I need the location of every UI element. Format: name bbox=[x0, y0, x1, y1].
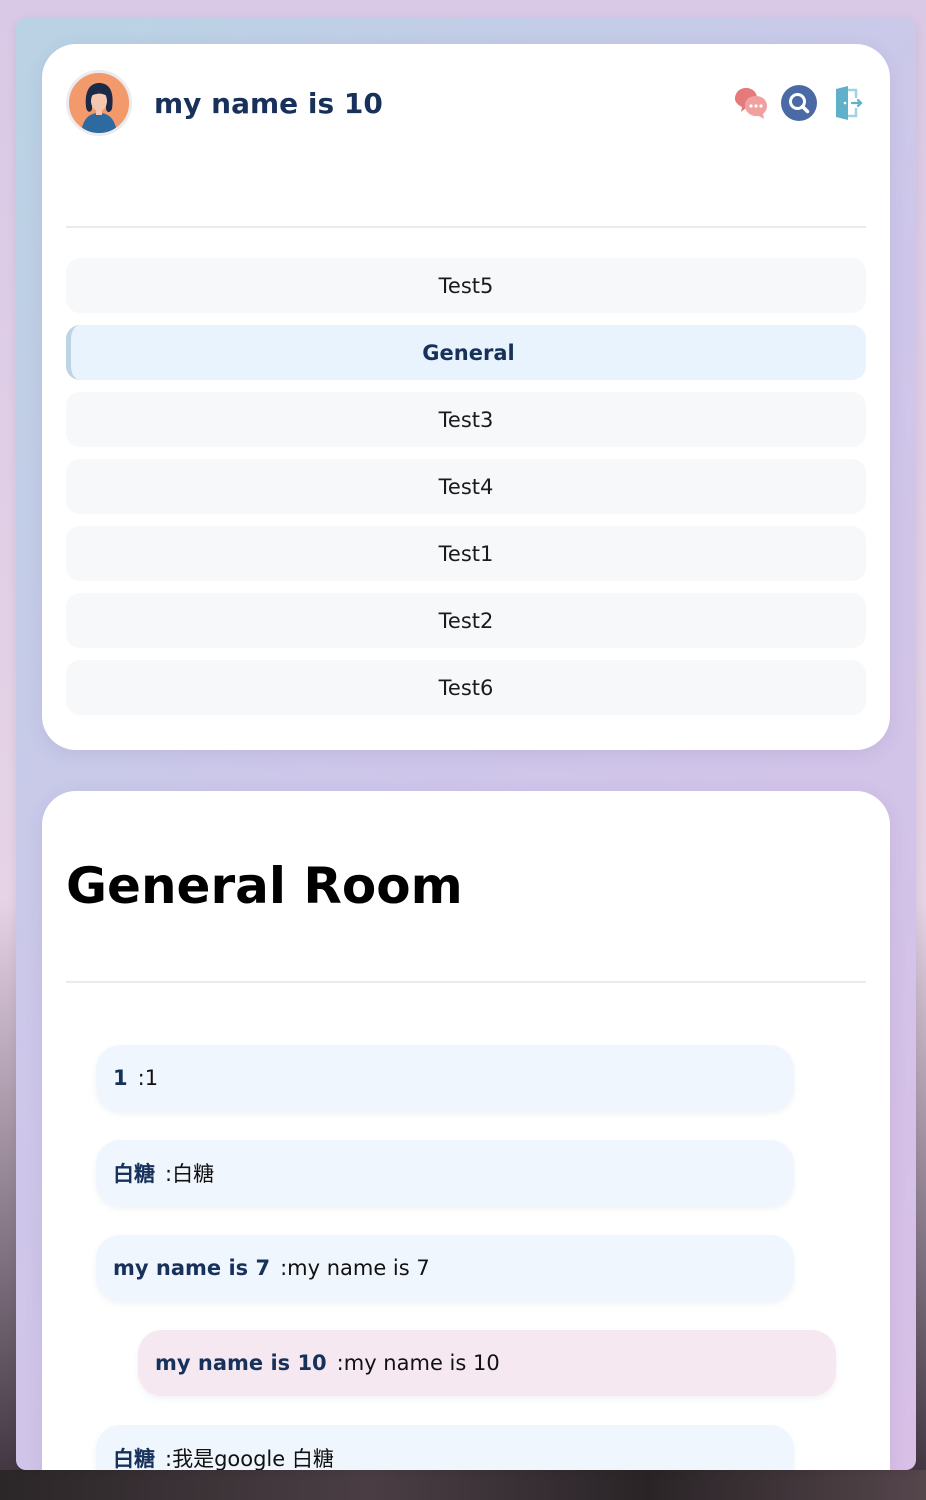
message-sender: my name is 7 bbox=[113, 1256, 271, 1280]
user-name: my name is 10 bbox=[154, 86, 383, 120]
message-sender: 白糖 bbox=[113, 1447, 155, 1470]
room-item-test2[interactable]: Test2 bbox=[66, 593, 866, 648]
room-item-test4[interactable]: Test4 bbox=[66, 459, 866, 514]
chat-bubbles-icon[interactable] bbox=[732, 84, 770, 122]
message-text: :我是google 白糖 bbox=[165, 1447, 334, 1470]
room-item-test6[interactable]: Test6 bbox=[66, 660, 866, 715]
message-list[interactable]: 1 :1 白糖 :白糖 my name is 7 :my name is 7 m… bbox=[96, 1045, 836, 1470]
chat-room-card: General Room 1 :1 白糖 :白糖 my name is 7 :m… bbox=[42, 791, 890, 1470]
room-item-test3[interactable]: Test3 bbox=[66, 392, 866, 447]
search-icon[interactable] bbox=[780, 84, 818, 122]
room-item-general[interactable]: General bbox=[66, 325, 866, 380]
message-item: 白糖 :白糖 bbox=[96, 1140, 794, 1206]
logout-door-icon[interactable] bbox=[828, 84, 866, 122]
header-actions bbox=[732, 84, 866, 122]
avatar-illustration-icon bbox=[69, 73, 129, 133]
message-text: :my name is 10 bbox=[336, 1351, 500, 1375]
room-title-divider bbox=[66, 981, 866, 983]
user-header: my name is 10 bbox=[66, 68, 866, 138]
header-divider bbox=[66, 226, 866, 228]
message-item: my name is 7 :my name is 7 bbox=[96, 1235, 794, 1301]
message-text: :白糖 bbox=[165, 1162, 215, 1186]
room-item-test1[interactable]: Test1 bbox=[66, 526, 866, 581]
message-text: :my name is 7 bbox=[280, 1256, 430, 1280]
app-window: my name is 10 Test5 General Test3 Test4 … bbox=[16, 18, 916, 1470]
avatar[interactable] bbox=[66, 70, 132, 136]
message-item: 1 :1 bbox=[96, 1045, 794, 1111]
message-sender: my name is 10 bbox=[155, 1351, 327, 1375]
message-item: 白糖 :我是google 白糖 bbox=[96, 1425, 794, 1470]
sidebar-card: my name is 10 Test5 General Test3 Test4 … bbox=[42, 44, 890, 750]
room-list: Test5 General Test3 Test4 Test1 Test2 Te… bbox=[66, 258, 866, 727]
desktop-wallpaper bbox=[0, 1470, 926, 1500]
own-message-item: my name is 10 :my name is 10 bbox=[138, 1330, 836, 1396]
message-text: :1 bbox=[137, 1066, 159, 1090]
message-sender: 1 bbox=[113, 1066, 128, 1090]
room-title: General Room bbox=[66, 857, 463, 915]
room-item-test5[interactable]: Test5 bbox=[66, 258, 866, 313]
message-sender: 白糖 bbox=[113, 1162, 155, 1186]
